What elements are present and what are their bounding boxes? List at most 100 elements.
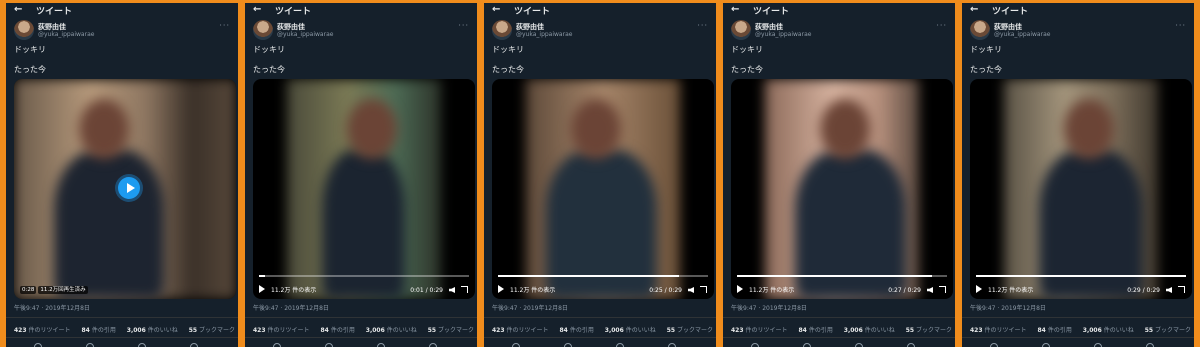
share-icon[interactable] xyxy=(1146,343,1154,347)
retweets-stat[interactable]: 423 件のリツイート xyxy=(731,327,788,334)
tweet-text: ドッキリ たった今 xyxy=(970,45,1002,75)
bookmarks-stat[interactable]: 55 ブックマーク xyxy=(906,327,952,334)
avatar[interactable] xyxy=(731,20,751,40)
arrow-left-icon[interactable]: ← xyxy=(731,4,739,15)
share-icon[interactable] xyxy=(907,343,915,347)
volume-icon[interactable] xyxy=(688,287,694,293)
play-icon[interactable] xyxy=(259,285,265,293)
video-player[interactable]: 11.2万 件の表示 0:01 / 0:29 xyxy=(253,79,475,299)
retweet-icon[interactable] xyxy=(564,343,572,347)
user-handle[interactable]: @yuka_ippaiwarae xyxy=(277,31,333,38)
arrow-left-icon[interactable]: ← xyxy=(14,4,22,15)
reply-icon[interactable] xyxy=(512,343,520,347)
user-handle[interactable]: @yuka_ippaiwarae xyxy=(516,31,572,38)
more-icon[interactable]: ··· xyxy=(1175,21,1186,30)
retweets-stat[interactable]: 423 件のリツイート xyxy=(253,327,310,334)
likes-stat[interactable]: 3,006 件のいいね xyxy=(1083,327,1134,334)
tweet-timestamp[interactable]: 午後9:47 · 2019年12月8日 xyxy=(731,303,807,312)
quotes-stat[interactable]: 84 件の引用 xyxy=(798,327,832,334)
volume-icon[interactable] xyxy=(1166,287,1172,293)
tweet-line-2: たった今 xyxy=(492,65,524,74)
retweets-stat[interactable]: 423 件のリツイート xyxy=(492,327,549,334)
reply-icon[interactable] xyxy=(34,343,42,347)
arrow-left-icon[interactable]: ← xyxy=(970,4,978,15)
bookmarks-stat[interactable]: 55 ブックマーク xyxy=(667,327,713,334)
likes-stat[interactable]: 3,006 件のいいね xyxy=(127,327,178,334)
retweet-icon[interactable] xyxy=(803,343,811,347)
fullscreen-icon[interactable] xyxy=(700,286,707,293)
video-subject-head xyxy=(1064,99,1114,159)
divider xyxy=(723,317,955,318)
retweet-icon[interactable] xyxy=(86,343,94,347)
page-title: ツイート xyxy=(753,7,790,17)
like-icon[interactable] xyxy=(138,343,146,347)
tweet-stats: 423 件のリツイート 84 件の引用 3,006 件のいいね 55 ブックマーク xyxy=(970,325,1194,334)
likes-stat[interactable]: 3,006 件のいいね xyxy=(366,327,417,334)
like-icon[interactable] xyxy=(377,343,385,347)
bookmarks-stat[interactable]: 55 ブックマーク xyxy=(189,327,235,334)
bookmarks-stat[interactable]: 55 ブックマーク xyxy=(428,327,474,334)
play-icon[interactable] xyxy=(498,285,504,293)
avatar[interactable] xyxy=(14,20,34,40)
like-icon[interactable] xyxy=(855,343,863,347)
fullscreen-icon[interactable] xyxy=(939,286,946,293)
user-handle[interactable]: @yuka_ippaiwarae xyxy=(38,31,94,38)
reply-icon[interactable] xyxy=(751,343,759,347)
quotes-stat[interactable]: 84 件の引用 xyxy=(320,327,354,334)
tweet-timestamp[interactable]: 午後9:47 · 2019年12月8日 xyxy=(14,303,90,312)
avatar[interactable] xyxy=(253,20,273,40)
tweet-stats: 423 件のリツイート 84 件の引用 3,006 件のいいね 55 ブックマーク xyxy=(253,325,477,334)
share-icon[interactable] xyxy=(668,343,676,347)
video-player[interactable]: 11.2万 件の表示 0:27 / 0:29 xyxy=(731,79,953,299)
more-icon[interactable]: ··· xyxy=(219,21,230,30)
fullscreen-icon[interactable] xyxy=(461,286,468,293)
likes-stat[interactable]: 3,006 件のいいね xyxy=(605,327,656,334)
arrow-left-icon[interactable]: ← xyxy=(492,4,500,15)
play-icon xyxy=(127,183,135,193)
action-bar xyxy=(484,343,716,347)
retweets-stat[interactable]: 423 件のリツイート xyxy=(970,327,1027,334)
tweet-timestamp[interactable]: 午後9:47 · 2019年12月8日 xyxy=(492,303,568,312)
likes-stat[interactable]: 3,006 件のいいね xyxy=(844,327,895,334)
reply-icon[interactable] xyxy=(273,343,281,347)
user-handle[interactable]: @yuka_ippaiwarae xyxy=(994,31,1050,38)
more-icon[interactable]: ··· xyxy=(936,21,947,30)
video-badge: 0:28 11.2万回再生済み xyxy=(20,285,88,294)
tweet-panel-2: ← ツイート 荻野由佳 @yuka_ippaiwarae ··· ドッキリ たっ… xyxy=(245,3,477,347)
like-icon[interactable] xyxy=(1094,343,1102,347)
play-icon[interactable] xyxy=(737,285,743,293)
quotes-stat[interactable]: 84 件の引用 xyxy=(559,327,593,334)
fullscreen-icon[interactable] xyxy=(1178,286,1185,293)
video-player[interactable]: 11.2万 件の表示 0:29 / 0:29 xyxy=(970,79,1192,299)
arrow-left-icon[interactable]: ← xyxy=(253,4,261,15)
reply-icon[interactable] xyxy=(990,343,998,347)
more-icon[interactable]: ··· xyxy=(697,21,708,30)
tweet-timestamp[interactable]: 午後9:47 · 2019年12月8日 xyxy=(970,303,1046,312)
video-player[interactable]: 0:28 11.2万回再生済み xyxy=(14,79,236,299)
video-progress-track[interactable] xyxy=(498,275,708,277)
retweets-stat[interactable]: 423 件のリツイート xyxy=(14,327,71,334)
volume-icon[interactable] xyxy=(449,287,455,293)
bookmarks-stat[interactable]: 55 ブックマーク xyxy=(1145,327,1191,334)
more-icon[interactable]: ··· xyxy=(458,21,469,30)
avatar[interactable] xyxy=(970,20,990,40)
like-icon[interactable] xyxy=(616,343,624,347)
quotes-stat[interactable]: 84 件の引用 xyxy=(1037,327,1071,334)
tweet-line-1: ドッキリ xyxy=(731,45,763,54)
tweet-panel-5: ← ツイート 荻野由佳 @yuka_ippaiwarae ··· ドッキリ たっ… xyxy=(962,3,1194,347)
tweet-timestamp[interactable]: 午後9:47 · 2019年12月8日 xyxy=(253,303,329,312)
video-progress-track[interactable] xyxy=(976,275,1186,277)
video-player[interactable]: 11.2万 件の表示 0:25 / 0:29 xyxy=(492,79,714,299)
avatar[interactable] xyxy=(492,20,512,40)
video-progress-track[interactable] xyxy=(737,275,947,277)
user-handle[interactable]: @yuka_ippaiwarae xyxy=(755,31,811,38)
page-title: ツイート xyxy=(992,7,1029,17)
retweet-icon[interactable] xyxy=(325,343,333,347)
quotes-stat[interactable]: 84 件の引用 xyxy=(81,327,115,334)
retweet-icon[interactable] xyxy=(1042,343,1050,347)
share-icon[interactable] xyxy=(190,343,198,347)
play-icon[interactable] xyxy=(976,285,982,293)
volume-icon[interactable] xyxy=(927,287,933,293)
video-progress-track[interactable] xyxy=(259,275,469,277)
share-icon[interactable] xyxy=(429,343,437,347)
